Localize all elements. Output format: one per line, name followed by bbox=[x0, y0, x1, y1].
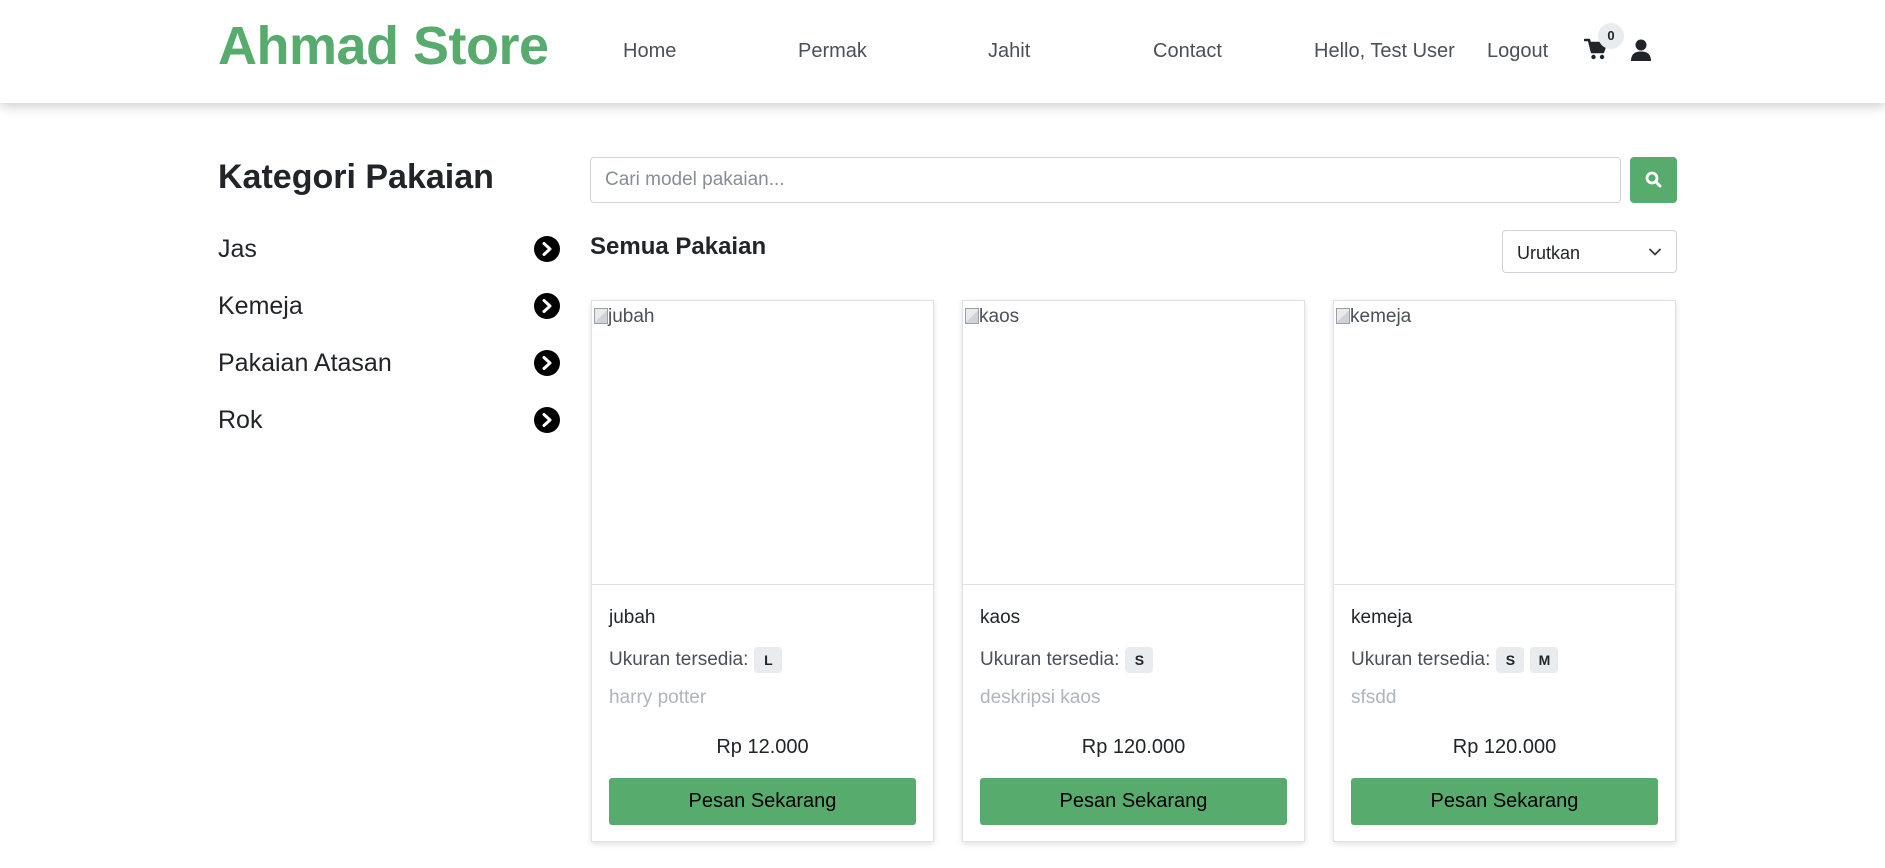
brand-logo[interactable]: Ahmad Store bbox=[218, 14, 549, 78]
broken-image-icon bbox=[1336, 308, 1350, 324]
order-now-button[interactable]: Pesan Sekarang bbox=[609, 778, 916, 825]
sort-dropdown[interactable]: Urutkan bbox=[1502, 230, 1677, 273]
nav-home-link[interactable]: Home bbox=[623, 39, 676, 63]
category-label: Rok bbox=[218, 406, 263, 434]
nav-contact-link[interactable]: Contact bbox=[1153, 39, 1222, 63]
category-label: Pakaian Atasan bbox=[218, 349, 392, 377]
logout-link[interactable]: Logout bbox=[1487, 39, 1548, 63]
broken-image-icon bbox=[594, 308, 608, 324]
product-image[interactable]: kemeja bbox=[1334, 301, 1675, 585]
product-image[interactable]: jubah bbox=[592, 301, 933, 585]
sidebar-item-pakaian-atasan[interactable]: Pakaian Atasan bbox=[218, 344, 562, 380]
sidebar-item-kemeja[interactable]: Kemeja bbox=[218, 287, 562, 323]
search-button[interactable] bbox=[1630, 157, 1677, 203]
product-description: harry potter bbox=[609, 687, 707, 708]
image-alt-text: jubah bbox=[608, 306, 655, 327]
nav-jahit-link[interactable]: Jahit bbox=[988, 39, 1030, 63]
chevron-down-icon bbox=[1649, 248, 1661, 256]
product-price: Rp 120.000 bbox=[1452, 736, 1557, 758]
category-label: Kemeja bbox=[218, 292, 303, 320]
search-input[interactable] bbox=[590, 157, 1621, 203]
product-sizes: Ukuran tersedia: L bbox=[609, 647, 783, 673]
chevron-circle-right-icon bbox=[534, 407, 560, 433]
user-account-button[interactable] bbox=[1631, 39, 1653, 63]
sort-selected-value: Urutkan bbox=[1517, 243, 1581, 263]
product-name: jubah bbox=[609, 607, 656, 628]
chevron-circle-right-icon bbox=[534, 236, 560, 262]
size-badge: M bbox=[1530, 647, 1559, 673]
search-icon bbox=[1645, 171, 1662, 188]
section-title: Semua Pakaian bbox=[590, 233, 767, 260]
product-price: Rp 120.000 bbox=[1081, 736, 1186, 758]
product-sizes: Ukuran tersedia: S bbox=[980, 647, 1154, 673]
sidebar-title: Kategori Pakaian bbox=[218, 158, 494, 196]
user-greeting: Hello, Test User bbox=[1314, 40, 1455, 62]
product-name: kemeja bbox=[1351, 607, 1413, 628]
broken-image-placeholder: kemeja bbox=[1336, 306, 1411, 328]
user-icon bbox=[1631, 39, 1651, 61]
product-card-jubah: jubah jubah Ukuran tersedia: L harry pott… bbox=[591, 300, 934, 842]
product-description: deskripsi kaos bbox=[980, 687, 1101, 708]
size-badge: S bbox=[1496, 647, 1525, 673]
broken-image-icon bbox=[965, 308, 979, 324]
product-name: kaos bbox=[980, 607, 1021, 628]
order-now-button[interactable]: Pesan Sekarang bbox=[980, 778, 1287, 825]
order-now-button[interactable]: Pesan Sekarang bbox=[1351, 778, 1658, 825]
broken-image-placeholder: jubah bbox=[594, 306, 655, 328]
sidebar-item-jas[interactable]: Jas bbox=[218, 230, 562, 266]
product-image[interactable]: kaos bbox=[963, 301, 1304, 585]
image-alt-text: kemeja bbox=[1350, 306, 1412, 327]
sizes-label: Ukuran tersedia: bbox=[980, 649, 1120, 670]
image-alt-text: kaos bbox=[979, 306, 1020, 327]
nav-permak-link[interactable]: Permak bbox=[798, 39, 867, 63]
category-label: Jas bbox=[218, 235, 257, 263]
sizes-label: Ukuran tersedia: bbox=[609, 649, 749, 670]
product-description: sfsdd bbox=[1351, 687, 1397, 708]
chevron-circle-right-icon bbox=[534, 350, 560, 376]
size-badge: S bbox=[1125, 647, 1154, 673]
sidebar-item-rok[interactable]: Rok bbox=[218, 401, 562, 437]
cart-count-badge: 0 bbox=[1598, 23, 1624, 49]
product-card-kemeja: kemeja kemeja Ukuran tersedia: S M sfsdd R… bbox=[1333, 300, 1676, 842]
product-price: Rp 12.000 bbox=[716, 736, 809, 758]
product-card-kaos: kaos kaos Ukuran tersedia: S deskripsi ka… bbox=[962, 300, 1305, 842]
broken-image-placeholder: kaos bbox=[965, 306, 1019, 328]
product-sizes: Ukuran tersedia: S M bbox=[1351, 647, 1559, 673]
navbar: Ahmad Store Home Permak Jahit Contact He… bbox=[0, 0, 1885, 103]
sizes-label: Ukuran tersedia: bbox=[1351, 649, 1491, 670]
size-badge: L bbox=[754, 647, 783, 673]
chevron-circle-right-icon bbox=[534, 293, 560, 319]
